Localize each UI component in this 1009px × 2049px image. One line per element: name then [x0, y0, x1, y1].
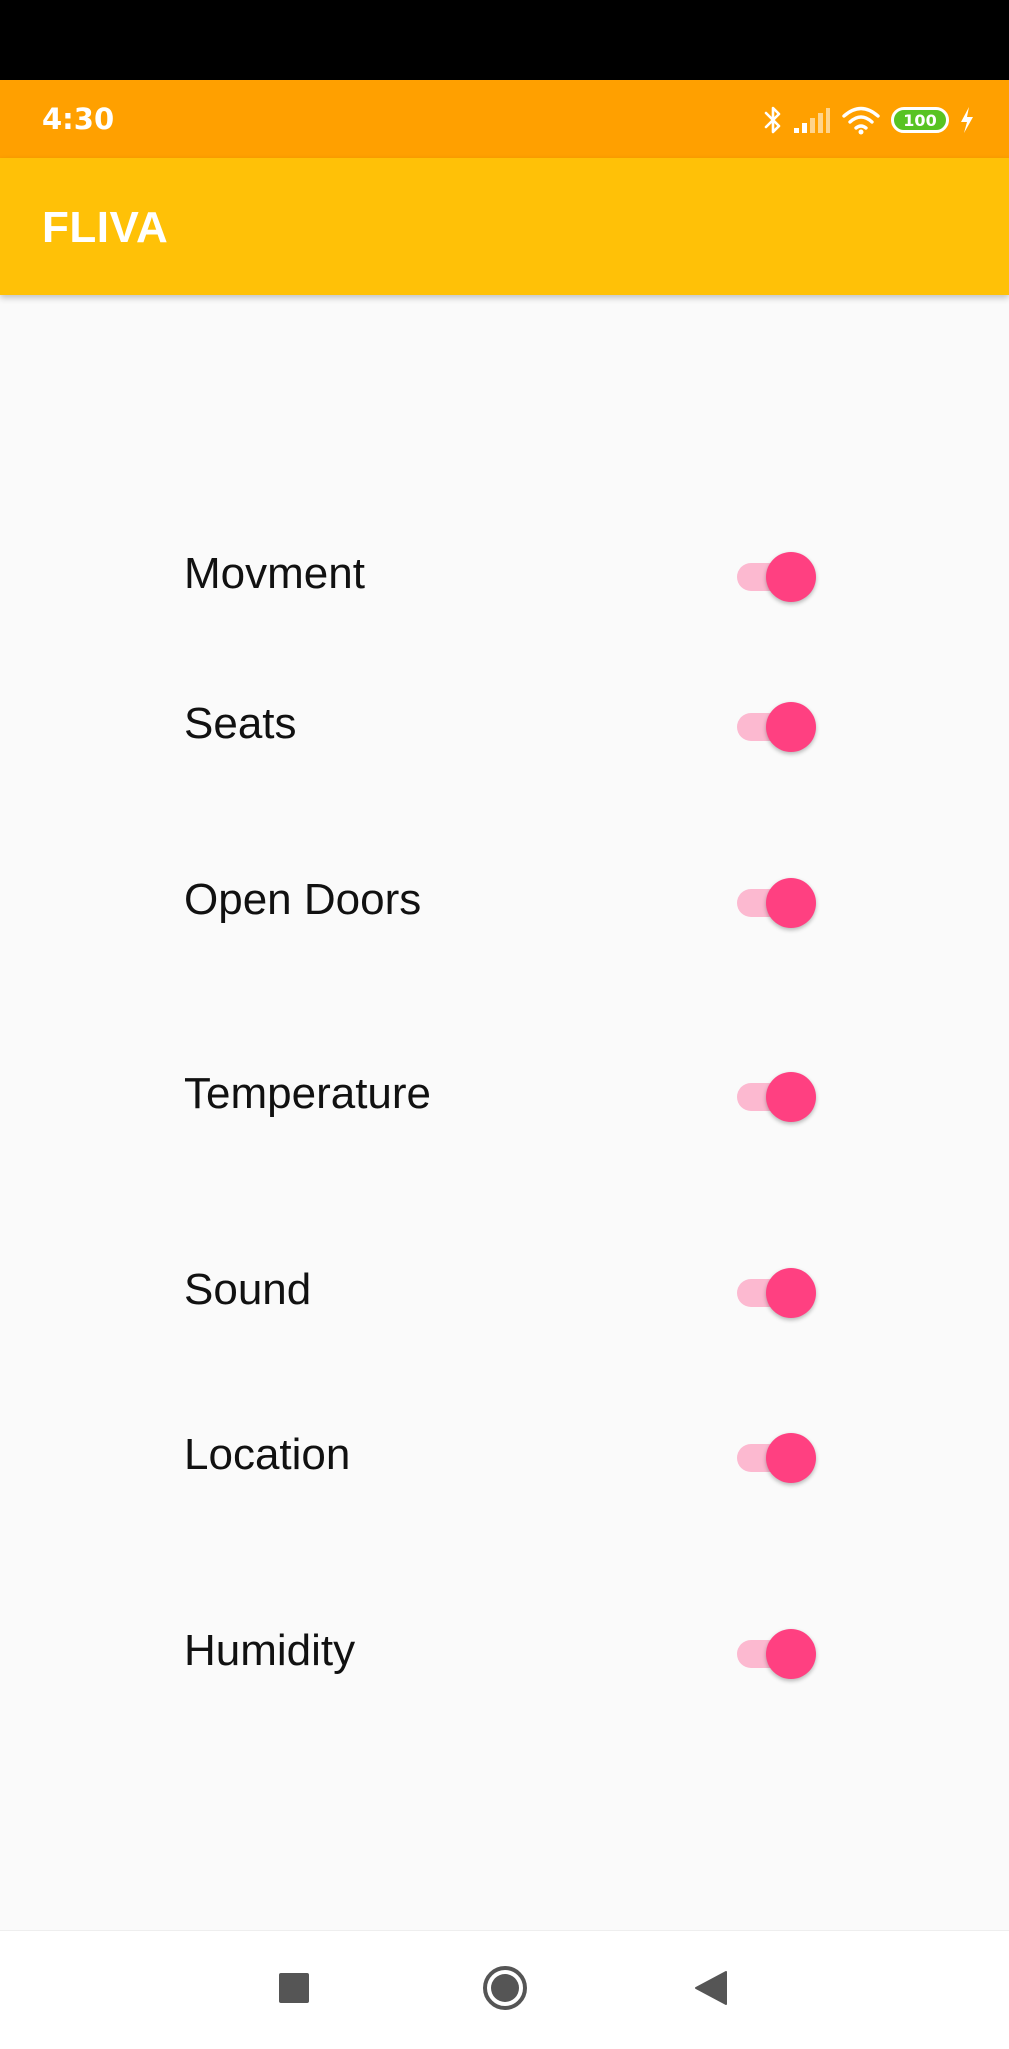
seats-toggle-switch[interactable]	[733, 701, 821, 753]
camera-notch-area	[0, 0, 1009, 80]
status-bar: 4:30 100	[0, 80, 1009, 158]
setting-label: Open Doors	[184, 875, 422, 924]
bluetooth-icon	[763, 104, 783, 136]
wifi-icon	[841, 105, 881, 135]
open-doors-toggle-switch[interactable]	[733, 877, 821, 929]
system-navigation-bar	[0, 1930, 1009, 2049]
switch-thumb	[766, 1268, 816, 1318]
setting-label: Temperature	[184, 1069, 432, 1118]
battery-level: 100	[891, 107, 949, 133]
setting-row-movement: Movment	[0, 535, 1009, 615]
switch-thumb	[766, 702, 816, 752]
switch-thumb	[766, 1072, 816, 1122]
setting-label: Movment	[184, 549, 365, 598]
switch-thumb	[766, 552, 816, 602]
app-bar: FLIVA	[0, 158, 1009, 295]
recents-button[interactable]	[249, 1931, 339, 2049]
back-button[interactable]	[666, 1931, 756, 2049]
battery-icon: 100	[891, 107, 949, 133]
back-triangle-icon	[694, 1970, 728, 2011]
setting-label: Location	[184, 1430, 351, 1479]
movement-toggle-switch[interactable]	[733, 551, 821, 603]
humidity-toggle-switch[interactable]	[733, 1628, 821, 1680]
setting-row-sound: Sound	[0, 1251, 1009, 1331]
setting-row-humidity: Humidity	[0, 1612, 1009, 1692]
cell-signal-icon	[793, 105, 831, 135]
status-time: 4:30	[42, 102, 115, 136]
setting-row-location: Location	[0, 1416, 1009, 1496]
recents-square-icon	[278, 1972, 310, 2009]
sound-toggle-switch[interactable]	[733, 1267, 821, 1319]
charging-icon	[959, 106, 975, 134]
settings-list: Movment Seats Open Doors Temperature Sou…	[0, 295, 1009, 1930]
setting-row-open-doors: Open Doors	[0, 861, 1009, 941]
switch-thumb	[766, 1433, 816, 1483]
temperature-toggle-switch[interactable]	[733, 1071, 821, 1123]
setting-label: Humidity	[184, 1626, 356, 1675]
home-button[interactable]	[460, 1931, 550, 2049]
location-toggle-switch[interactable]	[733, 1432, 821, 1484]
setting-row-seats: Seats	[0, 685, 1009, 765]
status-icons: 100	[763, 102, 975, 138]
switch-thumb	[766, 1629, 816, 1679]
setting-label: Sound	[184, 1265, 312, 1314]
setting-row-temperature: Temperature	[0, 1055, 1009, 1135]
setting-label: Seats	[184, 699, 297, 748]
switch-thumb	[766, 878, 816, 928]
app-title: FLIVA	[42, 203, 169, 252]
home-circle-icon	[481, 1964, 529, 2017]
